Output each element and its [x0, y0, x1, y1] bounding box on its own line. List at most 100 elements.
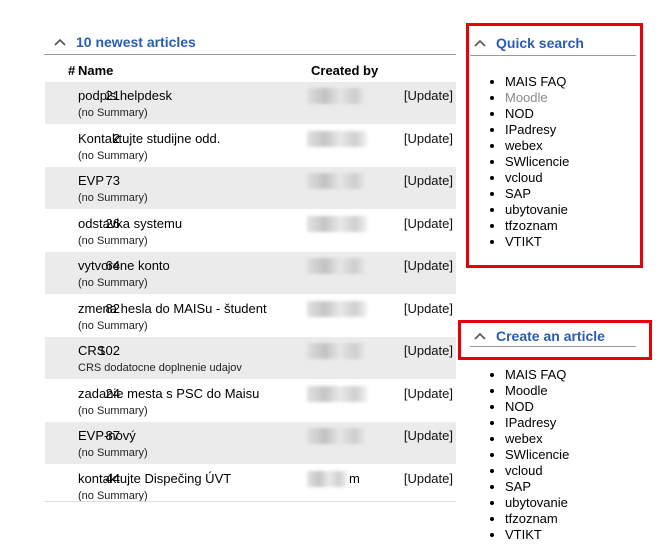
- create-article-list: MAIS FAQMoodleNODIPadresywebexSWlicencie…: [481, 367, 569, 543]
- redacted-creator: [307, 215, 367, 232]
- list-item: ubytovanie: [505, 202, 569, 218]
- update-link[interactable]: [Update]: [404, 428, 453, 443]
- list-item: webex: [505, 431, 569, 447]
- link-mais-faq[interactable]: MAIS FAQ: [505, 74, 566, 89]
- article-summary: (no Summary): [78, 234, 148, 247]
- table-row: 44 kontaktujte Dispečing ÚVT (no Summary) m…: [45, 463, 456, 507]
- update-link[interactable]: [Update]: [404, 88, 453, 103]
- update-link[interactable]: [Update]: [404, 258, 453, 273]
- article-summary: (no Summary): [78, 107, 148, 119]
- list-item: tfzoznam: [505, 511, 569, 527]
- chevron-up-icon[interactable]: [54, 37, 66, 47]
- link-vcloud[interactable]: vcloud: [505, 463, 543, 478]
- redacted-creator: [307, 88, 367, 104]
- chevron-up-icon[interactable]: [474, 38, 486, 48]
- article-title-link[interactable]: kontaktujte Dispečing ÚVT: [78, 471, 231, 486]
- update-link[interactable]: [Update]: [404, 216, 453, 231]
- link-moodle[interactable]: Moodle: [505, 90, 548, 105]
- column-header-name: Name: [78, 63, 114, 78]
- list-item: vcloud: [505, 463, 569, 479]
- quick-search-title: Quick search: [496, 35, 584, 51]
- table-row: 64 vytvorene konto (no Summary) [Update]: [45, 251, 456, 294]
- link-moodle[interactable]: Moodle: [505, 383, 548, 398]
- table-row: 102 CRS CRS dodatocne doplnenie udajov [Upd…: [45, 336, 456, 379]
- chevron-up-icon[interactable]: [474, 331, 486, 341]
- update-link[interactable]: [Update]: [404, 343, 453, 358]
- table-row: 26 odstavka systemu (no Summary) [Update]: [45, 208, 456, 252]
- create-article-title: Create an article: [496, 328, 605, 344]
- list-item: webex: [505, 138, 569, 154]
- list-item: ubytovanie: [505, 495, 569, 511]
- list-item: SAP: [505, 186, 569, 202]
- article-number: 73: [105, 173, 120, 188]
- article-title-link[interactable]: zadanie mesta s PSC do Maisu: [78, 386, 259, 401]
- link-ubytovanie[interactable]: ubytovanie: [505, 202, 568, 217]
- list-item: Moodle: [505, 383, 569, 399]
- list-item: SAP: [505, 479, 569, 495]
- list-item: tfzoznam: [505, 218, 569, 234]
- create-article-header[interactable]: Create an article: [474, 328, 605, 344]
- link-webex[interactable]: webex: [505, 431, 543, 446]
- list-item: MAIS FAQ: [505, 74, 569, 90]
- articles-panel-header[interactable]: 10 newest articles: [54, 34, 196, 50]
- list-item: MAIS FAQ: [505, 367, 569, 383]
- link-ipadresy[interactable]: IPadresy: [505, 415, 556, 430]
- list-item: IPadresy: [505, 122, 569, 138]
- article-summary: (no Summary): [78, 447, 148, 459]
- article-title-link[interactable]: odstavka systemu: [78, 216, 182, 231]
- article-summary: (no Summary): [78, 319, 148, 332]
- list-item: IPadresy: [505, 415, 569, 431]
- article-title-link[interactable]: zmena hesla do MAISu - študent: [78, 301, 267, 316]
- article-summary: (no Summary): [78, 404, 148, 417]
- link-nod[interactable]: NOD: [505, 399, 534, 414]
- article-summary: (no Summary): [78, 489, 148, 502]
- link-ubytovanie[interactable]: ubytovanie: [505, 495, 568, 510]
- redacted-creator: [307, 470, 347, 487]
- table-row: 24 zadanie mesta s PSC do Maisu (no Summar…: [45, 378, 456, 422]
- divider: [44, 501, 456, 502]
- list-item: vcloud: [505, 170, 569, 186]
- quick-search-header[interactable]: Quick search: [474, 35, 584, 51]
- link-vcloud[interactable]: vcloud: [505, 170, 543, 185]
- link-vtikt[interactable]: VTIKT: [505, 234, 542, 249]
- column-header-number: #: [68, 63, 76, 78]
- article-title-link[interactable]: EVP: [78, 173, 104, 188]
- table-row: 82 zmena hesla do MAISu - študent (no Summ…: [45, 293, 456, 337]
- creator-suffix: m: [349, 470, 360, 486]
- article-title-link[interactable]: vytvorene konto: [78, 258, 170, 273]
- list-item: Moodle: [505, 90, 569, 106]
- link-swlicencie[interactable]: SWlicencie: [505, 447, 569, 462]
- redacted-creator: [307, 130, 367, 147]
- redacted-creator: [307, 385, 367, 402]
- update-link[interactable]: [Update]: [404, 471, 453, 486]
- divider: [44, 54, 456, 55]
- link-nod[interactable]: NOD: [505, 106, 534, 121]
- table-row: 73 EVP (no Summary) [Update]: [45, 166, 456, 209]
- article-title-link[interactable]: CRS: [78, 343, 105, 358]
- link-sap[interactable]: SAP: [505, 186, 531, 201]
- list-item: VTIKT: [505, 234, 569, 250]
- update-link[interactable]: [Update]: [404, 131, 453, 146]
- link-vtikt[interactable]: VTIKT: [505, 527, 542, 542]
- article-title-link[interactable]: podpis helpdesk: [78, 88, 172, 103]
- redacted-creator: [307, 428, 367, 444]
- link-sap[interactable]: SAP: [505, 479, 531, 494]
- link-swlicencie[interactable]: SWlicencie: [505, 154, 569, 169]
- link-tfzoznam[interactable]: tfzoznam: [505, 218, 558, 233]
- link-mais-faq[interactable]: MAIS FAQ: [505, 367, 566, 382]
- article-title-link[interactable]: Kontaktujte studijne odd.: [78, 131, 220, 146]
- update-link[interactable]: [Update]: [404, 173, 453, 188]
- update-link[interactable]: [Update]: [404, 301, 453, 316]
- articles-panel-title: 10 newest articles: [76, 34, 196, 50]
- link-tfzoznam[interactable]: tfzoznam: [505, 511, 558, 526]
- column-header-created-by: Created by: [311, 63, 379, 78]
- link-webex[interactable]: webex: [505, 138, 543, 153]
- update-link[interactable]: [Update]: [404, 386, 453, 401]
- redacted-creator: [307, 343, 367, 359]
- list-item: VTIKT: [505, 527, 569, 543]
- article-title-link[interactable]: EVP-nový: [78, 428, 136, 443]
- article-summary: CRS dodatocne doplnenie udajov: [78, 362, 242, 374]
- list-item: NOD: [505, 106, 569, 122]
- redacted-creator: [307, 300, 367, 317]
- link-ipadresy[interactable]: IPadresy: [505, 122, 556, 137]
